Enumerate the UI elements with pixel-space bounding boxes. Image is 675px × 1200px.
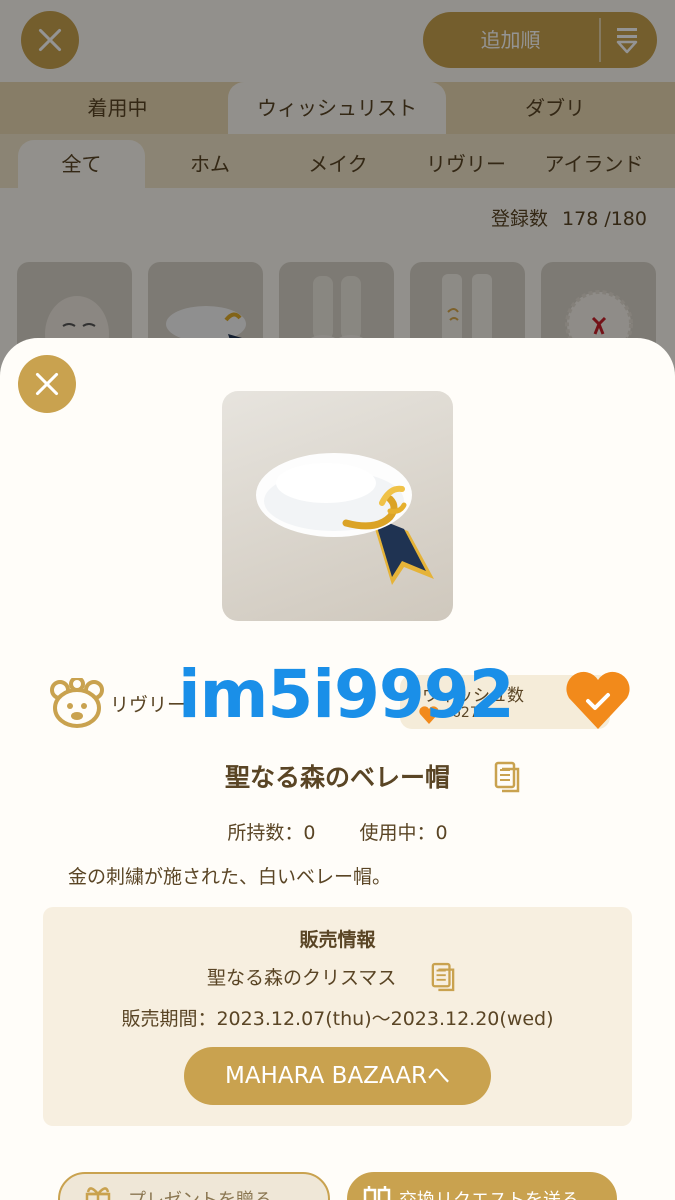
item-description: 金の刺繍が施された、白いベレー帽。 [68,866,392,888]
sales-period: 販売期間：2023.12.07(thu)〜2023.12.20(wed) [121,1008,554,1030]
gift-icon [85,1187,111,1200]
wishlist-heart-button[interactable] [564,671,632,731]
item-stats: 所持数：0 使用中：0 [0,818,675,845]
beret-illustration [256,453,434,585]
trade-request-button[interactable]: 交換リクエストを送る [347,1172,617,1200]
item-name: 聖なる森のベレー帽 [224,763,450,792]
send-present-label: プレゼントを贈る [128,1186,272,1200]
item-detail-sheet: リヴリー ウィッシュ数 6273 im5i9992 聖なる森のベレー帽 所持数：… [0,338,675,1200]
trade-request-label: 交換リクエストを送る [399,1186,579,1200]
close-icon[interactable] [18,355,76,413]
item-image [222,391,453,621]
watermark-text: im5i9992 [178,656,515,733]
sales-info-title: 販売情報 [299,929,376,951]
in-use-count: 使用中：0 [359,822,448,844]
owned-count: 所持数：0 [227,822,316,844]
event-name: 聖なる森のクリスマス [207,967,397,989]
document-icon[interactable] [431,962,455,992]
category-label: リヴリー [110,694,187,716]
document-icon[interactable] [494,761,520,793]
send-present-button[interactable]: プレゼントを贈る [58,1172,330,1200]
sales-info-panel: 販売情報 聖なる森のクリスマス 販売期間：2023.12.07(thu)〜202… [43,907,632,1126]
trade-icon [363,1186,391,1200]
livly-icon [50,678,104,728]
mahara-bazaar-button[interactable]: MAHARA BAZAARへ [184,1047,491,1105]
